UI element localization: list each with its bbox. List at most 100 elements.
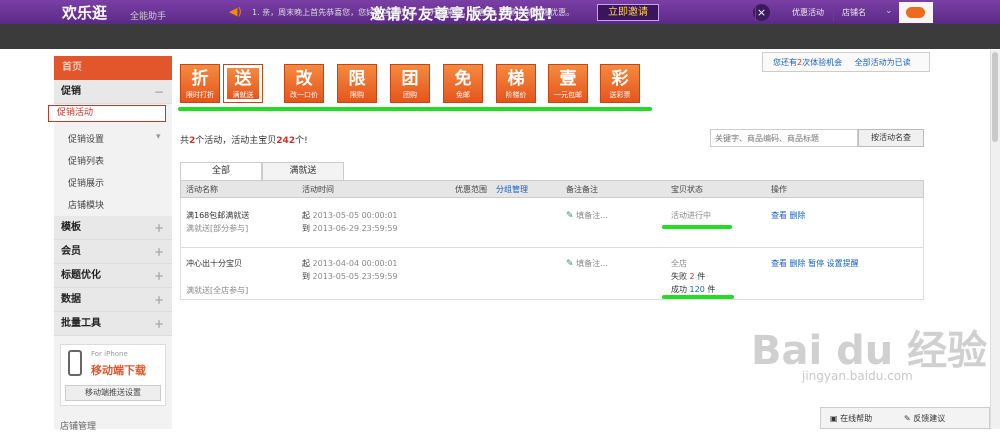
tool-discount-button[interactable]: 折 限时打折: [180, 64, 220, 103]
count-items: 242: [276, 136, 296, 146]
ok-count[interactable]: 120: [690, 285, 705, 294]
tool-lottery-button[interactable]: 彩 送彩票: [600, 64, 640, 103]
expand-icon[interactable]: +: [154, 216, 164, 240]
activity-name[interactable]: 满168包邮满就送: [186, 210, 249, 221]
view-link[interactable]: 查看: [771, 211, 787, 220]
tool-price-change-button[interactable]: 改 改一口价: [284, 64, 324, 103]
expand-icon[interactable]: +: [154, 312, 164, 336]
pause-link[interactable]: 暂停: [808, 259, 824, 268]
tool-sub: 送彩票: [609, 91, 631, 99]
search-input[interactable]: [710, 129, 858, 147]
column-header-group-manage[interactable]: 分组管理: [496, 184, 528, 195]
collapse-icon[interactable]: −: [154, 80, 164, 104]
column-header-status: 宝贝状态: [671, 185, 703, 194]
note-field[interactable]: ✎ 填备注...: [566, 258, 608, 269]
tab-gift[interactable]: 满就送: [262, 162, 344, 180]
status-success: 成功 120 件: [671, 284, 715, 295]
count-mid: 个活动，活动主宝贝: [195, 136, 277, 146]
avatar[interactable]: [899, 2, 933, 23]
sidebar-item-shop-module[interactable]: 店铺模块: [68, 198, 104, 211]
row-actions: 查看 删除 暂停 设置提醒: [771, 258, 859, 269]
tool-gift-button[interactable]: 送 满就送: [223, 64, 263, 103]
sidebar-group-promotion[interactable]: 促销 −: [54, 80, 172, 104]
chevron-down-icon[interactable]: ▾: [156, 132, 161, 142]
tool-one-yuan-button[interactable]: 壹 一元包邮: [548, 64, 588, 103]
tool-tier-price-button[interactable]: 梯 阶梯价: [496, 64, 536, 103]
tool-group-buy-button[interactable]: 团 团购: [390, 64, 430, 103]
expand-icon[interactable]: +: [154, 264, 164, 288]
feedback-button[interactable]: ✎ 反馈建议: [904, 413, 945, 424]
mobile-platform: For iPhone: [91, 350, 128, 358]
status-badge: 活动进行中: [671, 211, 711, 220]
scrollbar-thumb[interactable]: [992, 52, 998, 142]
tool-sub: 满就送: [232, 91, 254, 99]
row-actions: 查看 删除: [771, 210, 806, 221]
sidebar-group-template[interactable]: 模板 +: [54, 216, 172, 240]
baidu-watermark: Bai du 经验: [751, 328, 988, 374]
fail-count[interactable]: 2: [690, 272, 695, 281]
logo[interactable]: 欢乐逛: [62, 2, 107, 23]
group-manage-link[interactable]: 分组管理: [496, 185, 528, 194]
header-user-name[interactable]: 店铺名: [842, 7, 866, 18]
expand-icon[interactable]: +: [154, 288, 164, 312]
tool-sub: 限时打折: [186, 91, 214, 99]
sidebar-group-label: 模板: [61, 222, 81, 233]
start-time: 2013-04-04 00:00:01: [312, 259, 398, 268]
end-time: 2013-06-29 23:59:59: [312, 224, 398, 233]
delete-link[interactable]: 删除: [790, 259, 806, 268]
delete-link[interactable]: 删除: [790, 211, 806, 220]
activity-start: 起 2013-04-04 00:00:01: [302, 258, 398, 269]
count-suffix: 个!: [295, 136, 308, 146]
mobile-push-settings-button[interactable]: 移动端推送设置: [65, 385, 161, 401]
sidebar-item-promo-activity[interactable]: 促销活动: [48, 105, 166, 122]
tool-char: 改: [295, 69, 313, 89]
sidebar-item-promo-list[interactable]: 促销列表: [68, 154, 104, 167]
trial-prefix: 您还有: [773, 58, 797, 67]
mark-read-link[interactable]: 全部活动为已读: [855, 58, 911, 67]
watermark-url: jingyan.baidu.com: [802, 369, 913, 383]
sidebar-item-promo-display[interactable]: 促销展示: [68, 176, 104, 189]
invite-button[interactable]: 立即邀请: [597, 4, 659, 21]
sidebar-item-home[interactable]: 首页: [54, 56, 172, 80]
tool-sub: 免邮: [456, 91, 470, 99]
note-field[interactable]: ✎ 填备注...: [566, 210, 608, 221]
sidebar-item-shop-manage[interactable]: 店铺管理: [60, 419, 96, 432]
note-text: 填备注...: [576, 211, 608, 220]
chevron-down-icon[interactable]: ⌄: [885, 6, 893, 16]
search-button[interactable]: 按活动名查: [858, 129, 924, 147]
mobile-download-link[interactable]: 移动端下载: [91, 362, 146, 378]
app-header: [0, 24, 1000, 49]
sidebar-group-data[interactable]: 数据 +: [54, 288, 172, 312]
tool-sub: 一元包邮: [554, 91, 582, 99]
activity-name[interactable]: 冲心出十分宝贝: [186, 258, 242, 269]
activity-type: 满就送[全店参与]: [186, 286, 249, 295]
end-time: 2013-05-05 23:59:59: [312, 272, 398, 281]
online-help-button[interactable]: ▣ 在线帮助: [830, 413, 872, 424]
tool-sub: 团购: [403, 91, 417, 99]
sidebar-group-label: 促销: [61, 86, 81, 97]
sidebar-group-label: 标题优化: [61, 270, 101, 281]
tool-limit-button[interactable]: 限 限购: [337, 64, 377, 103]
status-failed: 失败 2 件: [671, 271, 705, 282]
sidebar-item-promo-settings[interactable]: 促销设置: [68, 132, 104, 145]
tool-char: 免: [454, 69, 472, 89]
online-help-label: 在线帮助: [840, 414, 873, 423]
notice-text: 1. 亲，周末晚上首先恭喜您，您好，首页旺旺，已开放来客，送客源，订购打折劲爆优…: [252, 8, 575, 17]
activity-start: 起 2013-05-05 00:00:01: [302, 210, 398, 221]
sidebar-group-member[interactable]: 会员 +: [54, 240, 172, 264]
status-dot-icon: [906, 7, 925, 18]
tool-char: 限: [348, 69, 366, 89]
tool-char: 送: [234, 69, 252, 89]
column-header-time: 活动时间: [302, 185, 334, 194]
expand-icon[interactable]: +: [154, 240, 164, 264]
edit-icon: ✎: [566, 211, 574, 221]
help-icon: ▣: [830, 414, 838, 423]
tool-free-shipping-button[interactable]: 免 免邮: [443, 64, 483, 103]
view-link[interactable]: 查看: [771, 259, 787, 268]
tab-all[interactable]: 全部: [180, 162, 262, 180]
sidebar-group-batch-tools[interactable]: 批量工具 +: [54, 312, 172, 336]
header-link-promotions[interactable]: 优惠活动: [792, 7, 824, 18]
highlight-stroke: [662, 295, 734, 299]
sidebar-group-title-optimize[interactable]: 标题优化 +: [54, 264, 172, 288]
set-reminder-link[interactable]: 设置提醒: [827, 259, 859, 268]
